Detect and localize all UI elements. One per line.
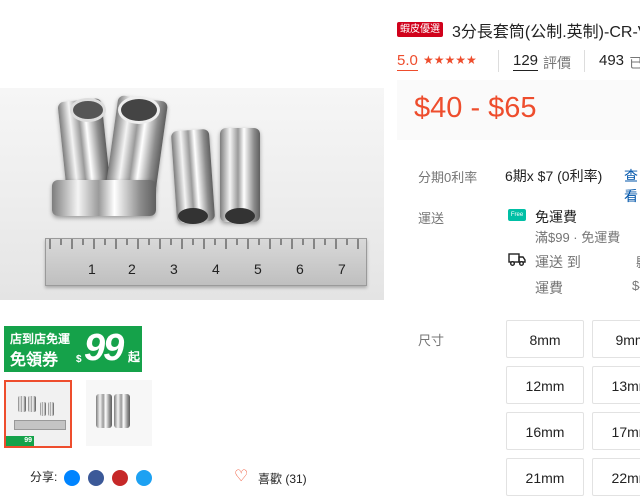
sold-label: 已 (629, 55, 640, 71)
socket-image-3 (52, 180, 156, 216)
installment-more-link[interactable]: 查看 (624, 166, 640, 206)
size-option-21mm[interactable]: 21mm (506, 458, 584, 496)
socket-hex-5 (225, 208, 255, 224)
ship-to-region[interactable]: 縣 (636, 252, 640, 271)
ruler-number: 1 (88, 261, 96, 277)
thumb-socket (96, 394, 112, 428)
ruler-number: 6 (296, 261, 304, 277)
free-shipping-promo-banner: 店到店免運 免領券 $ 99 起 (4, 326, 142, 372)
shipping-fee-label: 運費 (535, 280, 563, 296)
size-option-13mm[interactable]: 13mm (592, 366, 640, 404)
ruler-number: 2 (128, 261, 136, 277)
installment-value: 6期x $7 (0利率) (505, 168, 603, 184)
divider (498, 50, 499, 72)
messenger-icon[interactable] (64, 470, 80, 486)
promo-amount: 99 (84, 327, 124, 369)
size-option-12mm[interactable]: 12mm (506, 366, 584, 404)
size-option-17mm[interactable]: 17mm (592, 412, 640, 450)
size-option-16mm[interactable]: 16mm (506, 412, 584, 450)
free-shipping-icon: Free (508, 209, 526, 221)
free-shipping-title: 免運費 (535, 209, 577, 225)
ruler-ticks (49, 239, 359, 249)
thumb-socket (18, 396, 26, 412)
review-label: 評價 (543, 55, 571, 71)
twitter-icon[interactable] (136, 470, 152, 486)
shipping-fee-value: $4 (632, 278, 640, 293)
size-option-22mm[interactable]: 22mm (592, 458, 640, 496)
product-title: 3分長套筒(公制.英制)-CR-V (452, 24, 640, 41)
truck-icon (508, 253, 526, 266)
rating-stars: ★★★★★ (423, 53, 477, 67)
thumb-socket (28, 396, 36, 412)
ruler-number: 5 (254, 261, 262, 277)
installment-label: 分期0利率 (418, 170, 478, 185)
ruler-number: 7 (338, 261, 346, 277)
thumb-promo: 99 (6, 436, 34, 446)
promo-dollar-sign: $ (76, 354, 82, 365)
thumb-socket (48, 402, 54, 416)
divider (584, 50, 585, 72)
ruler-number: 3 (170, 261, 178, 277)
thumb-socket (40, 402, 46, 416)
size-option-9mm[interactable]: 9mm (592, 320, 640, 358)
size-label: 尺寸 (418, 333, 445, 348)
ruler-image: 1 2 3 4 5 6 7 (45, 238, 367, 286)
thumb-ruler (14, 420, 66, 430)
promo-line-1: 店到店免運 (10, 332, 71, 346)
share-label: 分享: (30, 470, 58, 484)
heart-icon[interactable]: ♡ (234, 466, 248, 486)
thumbnail-1[interactable]: 99 (4, 380, 72, 448)
preferred-seller-badge: 蝦皮優選 (397, 22, 443, 37)
socket-hex-4 (178, 208, 208, 224)
thumb-socket (114, 394, 130, 428)
promo-suffix: 起 (128, 350, 141, 364)
ruler-number: 4 (212, 261, 220, 277)
shipping-label: 運送 (418, 211, 445, 226)
rating-score[interactable]: 5.0 (397, 52, 418, 71)
ship-to-label: 運送 到 (535, 254, 581, 270)
socket-hex-2 (118, 96, 160, 124)
like-count: 喜歡 (31) (258, 472, 307, 486)
free-shipping-condition: 滿$99 · 免運費 (535, 230, 621, 245)
sold-count: 493 (599, 52, 625, 69)
pinterest-icon[interactable] (112, 470, 128, 486)
thumbnail-2[interactable] (86, 380, 152, 446)
price-range: $40 - $65 (414, 92, 537, 124)
facebook-icon[interactable] (88, 470, 104, 486)
size-option-8mm[interactable]: 8mm (506, 320, 584, 358)
socket-hex-1 (70, 98, 106, 122)
review-count[interactable]: 129 (513, 52, 539, 71)
promo-line-2: 免領券 (10, 352, 59, 369)
